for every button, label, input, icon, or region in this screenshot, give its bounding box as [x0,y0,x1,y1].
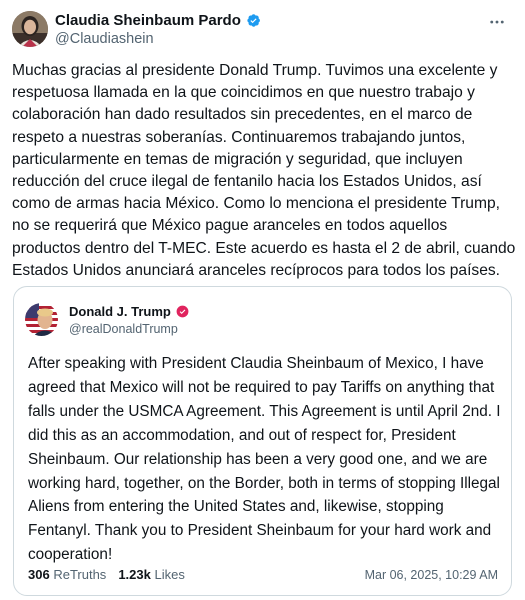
likes-count: 1.23k [118,567,151,582]
author-handle[interactable]: @Claudiashein [55,31,154,47]
author-name[interactable]: Claudia Sheinbaum Pardo [55,12,261,29]
more-options-button[interactable] [485,12,509,32]
quoted-profile-photo [25,303,58,336]
likes-label: Likes [154,567,185,582]
more-horizontal-icon [490,20,504,24]
quoted-avatar[interactable] [25,303,58,336]
post-screenshot: Claudia Sheinbaum Pardo @Claudiashein Mu… [0,0,525,600]
verified-badge-icon [247,14,260,27]
quoted-author-handle[interactable]: @realDonaldTrump [69,322,178,336]
verified-badge-icon [176,305,189,318]
retruths-count: 306 [28,567,50,582]
quoted-post-date: Mar 06, 2025, 10:29 AM [364,568,498,582]
author-name-text[interactable]: Claudia Sheinbaum Pardo [55,12,241,29]
quoted-post-card[interactable]: Donald J. Trump @realDonaldTrump After s… [13,286,512,596]
avatar[interactable] [12,11,48,47]
tweet-text: Muchas gracias al presidente Donald Trum… [12,62,516,279]
quoted-author-name-text[interactable]: Donald J. Trump [69,304,171,319]
quoted-post-text: After speaking with President Claudia Sh… [28,355,501,564]
quoted-post-stats: 306 ReTruths 1.23k Likes [28,567,185,582]
profile-photo [12,11,48,47]
retruths-label: ReTruths [53,567,107,582]
quoted-author-name[interactable]: Donald J. Trump [69,304,189,319]
